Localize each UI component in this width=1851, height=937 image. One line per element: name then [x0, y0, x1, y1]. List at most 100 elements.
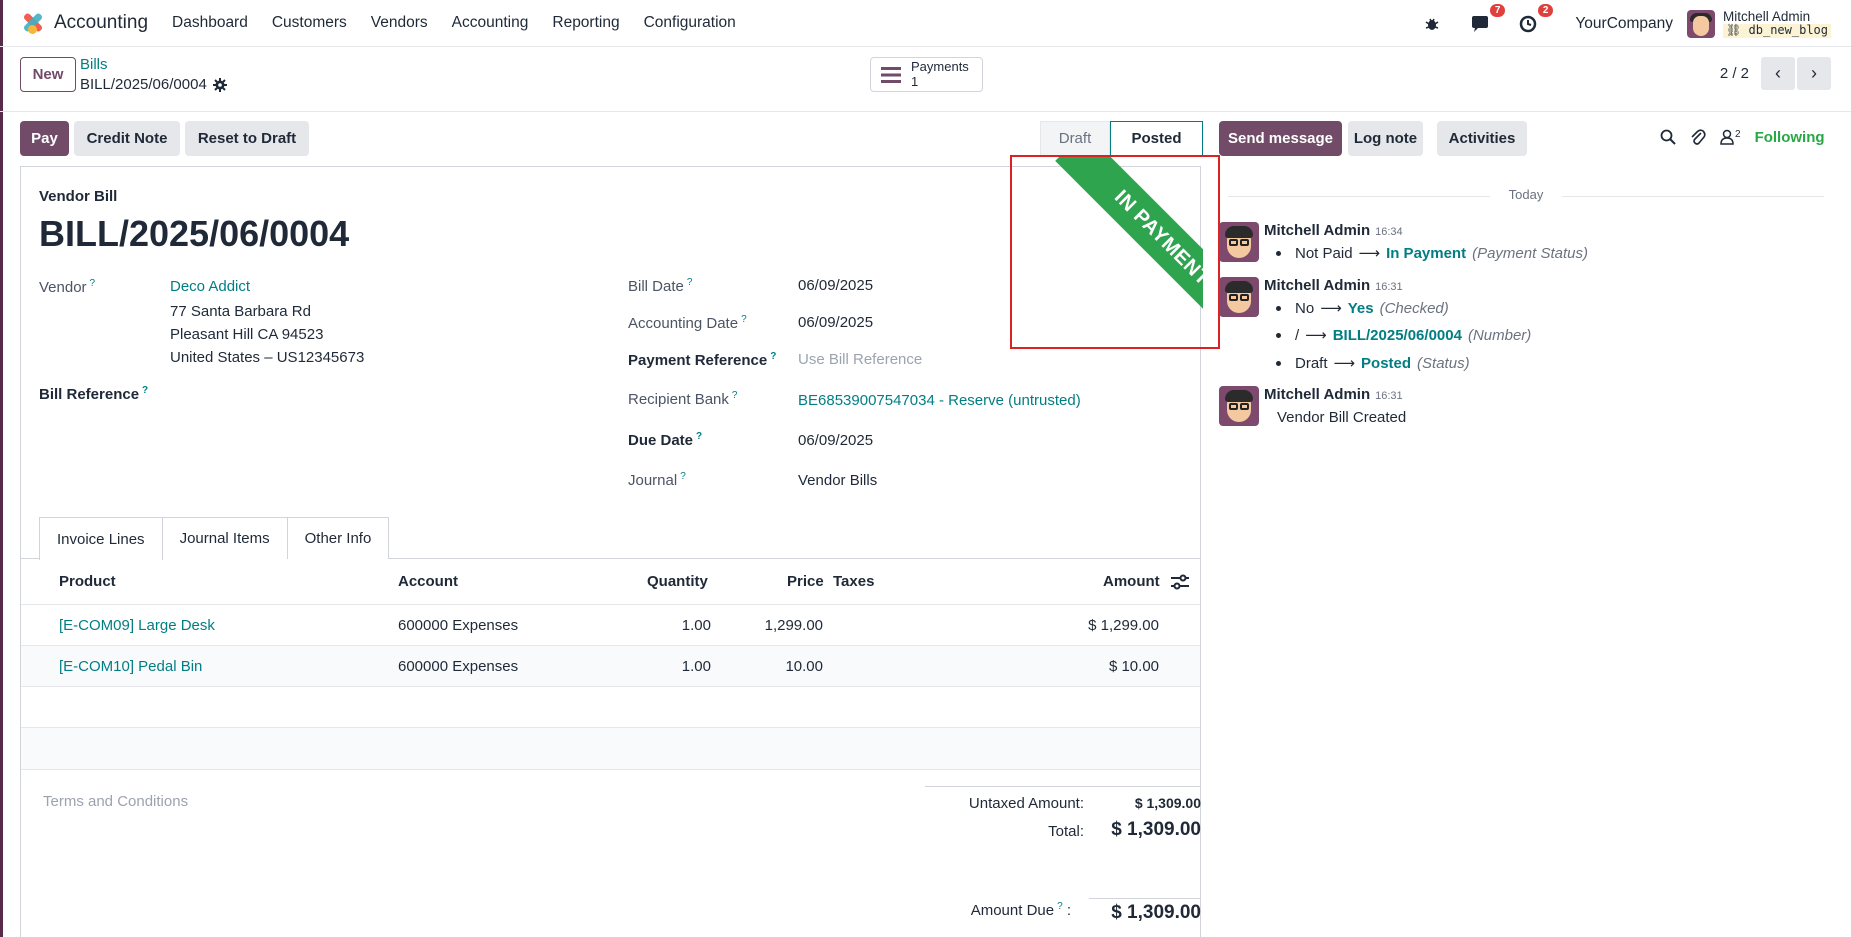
accounting-date-field[interactable]: 06/09/2025 — [798, 314, 873, 331]
send-message-button[interactable]: Send message — [1219, 121, 1342, 156]
activities-badge: 2 — [1537, 3, 1554, 17]
app-name[interactable]: Accounting — [54, 12, 148, 34]
bill-date-label: Bill Date? — [628, 277, 693, 295]
reset-to-draft-button[interactable]: Reset to Draft — [185, 121, 309, 156]
row-account: 600000 Expenses — [398, 658, 519, 675]
tab-journal-items[interactable]: Journal Items — [161, 517, 288, 559]
message-author: Mitchell Admin 16:34 — [1264, 222, 1403, 239]
date-separator: Today — [1228, 187, 1824, 202]
row-price: 1,299.00 — [764, 617, 823, 634]
message-body: Vendor Bill Created — [1277, 409, 1407, 426]
breadcrumb-bills[interactable]: Bills — [80, 56, 108, 73]
status-bar: Draft Posted — [1040, 121, 1203, 156]
help-icon[interactable]: ? — [696, 431, 702, 442]
help-icon[interactable]: ? — [90, 278, 96, 289]
gear-icon[interactable] — [212, 77, 227, 92]
due-date-label: Due Date? — [628, 431, 703, 449]
pager-value[interactable]: 2 / 2 — [1720, 65, 1749, 82]
message-author: Mitchell Admin 16:31 — [1264, 277, 1403, 294]
attachment-paperclip-icon[interactable] — [1690, 128, 1706, 146]
help-icon[interactable]: ? — [732, 390, 738, 401]
following-button[interactable]: Following — [1755, 129, 1825, 146]
menu-vendors[interactable]: Vendors — [371, 14, 428, 32]
user-avatar[interactable] — [1687, 9, 1716, 38]
menu-configuration[interactable]: Configuration — [644, 14, 736, 32]
new-button[interactable]: New — [20, 57, 76, 92]
menu-dashboard[interactable]: Dashboard — [172, 14, 248, 32]
message-author: Mitchell Admin 16:31 — [1264, 386, 1403, 403]
messages-chat-icon[interactable]: 7 — [1469, 3, 1506, 35]
recipient-bank-field[interactable]: BE68539007547034 - Reserve (untrusted) — [798, 392, 1081, 409]
vendor-label: Vendor? — [39, 278, 96, 296]
status-draft[interactable]: Draft — [1040, 121, 1110, 156]
vendor-address-line2: Pleasant Hill CA 94523 — [170, 326, 324, 343]
messages-badge: 7 — [1489, 3, 1506, 17]
activities-clock-icon[interactable]: 2 — [1517, 3, 1554, 35]
journal-label: Journal? — [628, 471, 686, 489]
menu-customers[interactable]: Customers — [272, 14, 347, 32]
search-icon[interactable] — [1660, 129, 1676, 145]
company-switcher[interactable]: YourCompany — [1575, 15, 1673, 33]
optional-columns-icon[interactable] — [1171, 574, 1189, 590]
row-product[interactable]: [E-COM09] Large Desk — [59, 617, 215, 634]
followers-button[interactable]: 2 — [1720, 129, 1741, 145]
help-icon[interactable]: ? — [680, 471, 686, 482]
pager-next-icon[interactable]: › — [1797, 57, 1831, 90]
pager-previous-icon[interactable]: ‹ — [1761, 57, 1795, 90]
tab-other-info[interactable]: Other Info — [286, 517, 390, 559]
left-edge-bar — [0, 0, 3, 937]
bill-reference-label: Bill Reference? — [39, 385, 149, 403]
highlight-box: IN PAYMENT — [1010, 155, 1220, 349]
bill-date-field[interactable]: 06/09/2025 — [798, 277, 873, 294]
amount-due-value: $ 1,309.00 — [1111, 902, 1201, 923]
menu-reporting[interactable]: Reporting — [552, 14, 619, 32]
recipient-bank-label: Recipient Bank? — [628, 390, 738, 408]
row-amount: $ 1,299.00 — [1088, 617, 1159, 634]
table-row[interactable]: [E-COM09] Large Desk 600000 Expenses 1.0… — [21, 604, 1200, 645]
menu-accounting[interactable]: Accounting — [452, 14, 529, 32]
col-account[interactable]: Account — [398, 573, 458, 590]
avatar[interactable] — [1219, 277, 1259, 317]
credit-note-button[interactable]: Credit Note — [74, 121, 180, 156]
help-icon[interactable]: ? — [770, 351, 776, 362]
col-price[interactable]: Price — [787, 573, 824, 590]
journal-field[interactable]: Vendor Bills — [798, 472, 877, 489]
status-posted[interactable]: Posted — [1110, 121, 1203, 156]
col-amount[interactable]: Amount — [1103, 573, 1160, 590]
user-name: Mitchell Admin — [1723, 8, 1811, 24]
vendor-field[interactable]: Deco Addict — [170, 278, 250, 295]
table-row[interactable]: [E-COM10] Pedal Bin 600000 Expenses 1.00… — [21, 645, 1200, 686]
help-icon[interactable]: ? — [741, 314, 747, 325]
col-taxes[interactable]: Taxes — [833, 573, 874, 590]
row-product[interactable]: [E-COM10] Pedal Bin — [59, 658, 202, 675]
due-date-field[interactable]: 06/09/2025 — [798, 432, 873, 449]
user-menu[interactable]: Mitchell Admin ⛓ db_new_blog — [1723, 8, 1831, 39]
tracking-value: Draft ⟶ Posted (Status) — [1276, 354, 1470, 372]
avatar[interactable] — [1219, 222, 1259, 262]
totals-divider — [925, 786, 1200, 787]
ribbon-clip: IN PAYMENT — [1012, 157, 1203, 335]
help-icon[interactable]: ? — [687, 277, 693, 288]
help-icon[interactable]: ? — [142, 385, 148, 396]
tab-invoice-lines[interactable]: Invoice Lines — [39, 517, 163, 560]
col-product[interactable]: Product — [59, 573, 116, 590]
col-quantity[interactable]: Quantity — [647, 573, 708, 590]
vendor-address-line1: 77 Santa Barbara Rd — [170, 303, 311, 320]
untaxed-amount-label: Untaxed Amount: — [968, 795, 1084, 812]
avatar[interactable] — [1219, 386, 1259, 426]
payments-smart-button[interactable]: Payments 1 — [870, 57, 983, 92]
bill-reference-input[interactable] — [170, 385, 590, 407]
activities-button[interactable]: Activities — [1437, 121, 1527, 156]
terms-and-conditions-input[interactable]: Terms and Conditions — [43, 793, 188, 810]
vendor-address-line3: United States – US12345673 — [170, 349, 365, 366]
log-note-button[interactable]: Log note — [1348, 121, 1423, 156]
pay-button[interactable]: Pay — [20, 121, 69, 156]
debug-bug-icon[interactable] — [1421, 13, 1443, 35]
table-empty-row — [21, 727, 1200, 769]
accounting-app-icon[interactable] — [20, 11, 44, 35]
row-account: 600000 Expenses — [398, 617, 519, 634]
row-price: 10.00 — [785, 658, 823, 675]
notebook-tabs: Invoice Lines Journal Items Other Info — [39, 517, 390, 560]
payment-reference-input[interactable]: Use Bill Reference — [798, 351, 922, 368]
followers-count: 2 — [1735, 129, 1741, 140]
